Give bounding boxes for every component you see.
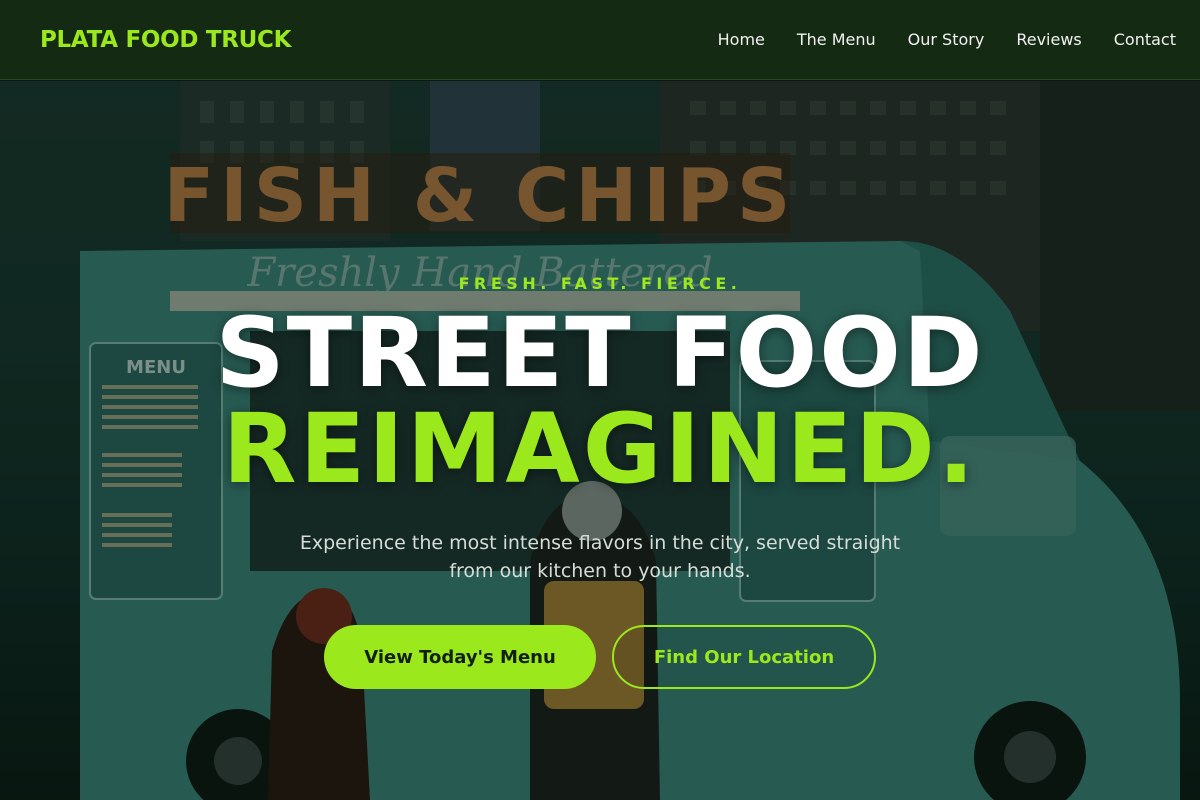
- nav-link-home[interactable]: Home: [718, 30, 765, 49]
- hero-headline-line2: REIMAGINED.: [222, 393, 978, 505]
- hero-tagline: FRESH. FAST. FIERCE.: [458, 274, 742, 293]
- hero-content: FRESH. FAST. FIERCE. STREET FOOD REIMAGI…: [0, 81, 1200, 800]
- brand-logo[interactable]: PLATA FOOD TRUCK: [40, 27, 291, 53]
- nav-link-menu[interactable]: The Menu: [797, 30, 876, 49]
- view-menu-button[interactable]: View Today's Menu: [324, 625, 596, 689]
- nav-link-reviews[interactable]: Reviews: [1016, 30, 1081, 49]
- nav-link-contact[interactable]: Contact: [1114, 30, 1176, 49]
- nav-link-our-story[interactable]: Our Story: [908, 30, 985, 49]
- find-location-button[interactable]: Find Our Location: [612, 625, 876, 689]
- nav-links: Home The Menu Our Story Reviews Contact: [718, 30, 1176, 49]
- hero-section: FISH & CHIPS Freshly Hand Battered MENU: [0, 81, 1200, 800]
- hero-subtext: Experience the most intense flavors in t…: [299, 532, 901, 582]
- navbar: PLATA FOOD TRUCK Home The Menu Our Story…: [0, 0, 1200, 80]
- hero-headline-line1: STREET FOOD: [215, 297, 985, 409]
